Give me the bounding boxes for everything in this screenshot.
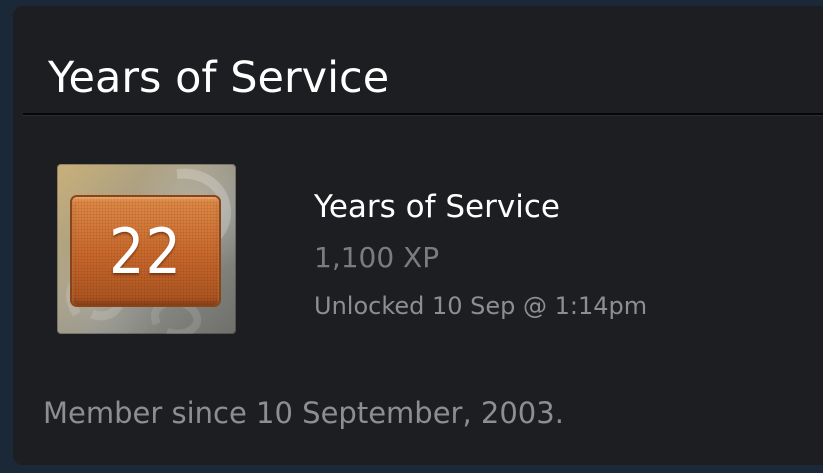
years-of-service-panel: Years of Service 22 Years of Service 1,1… bbox=[13, 6, 823, 465]
badge-xp: 1,100 XP bbox=[314, 241, 440, 274]
badge-name: Years of Service bbox=[314, 189, 560, 225]
badge-plate: 22 bbox=[72, 197, 219, 305]
badge-level-number: 22 bbox=[109, 214, 182, 288]
title-divider bbox=[23, 113, 823, 116]
panel-title: Years of Service bbox=[48, 53, 390, 103]
member-since-text: Member since 10 September, 2003. bbox=[43, 396, 564, 430]
years-of-service-badge-icon[interactable]: 22 bbox=[57, 164, 236, 334]
badge-unlocked-date: Unlocked 10 Sep @ 1:14pm bbox=[314, 292, 648, 320]
